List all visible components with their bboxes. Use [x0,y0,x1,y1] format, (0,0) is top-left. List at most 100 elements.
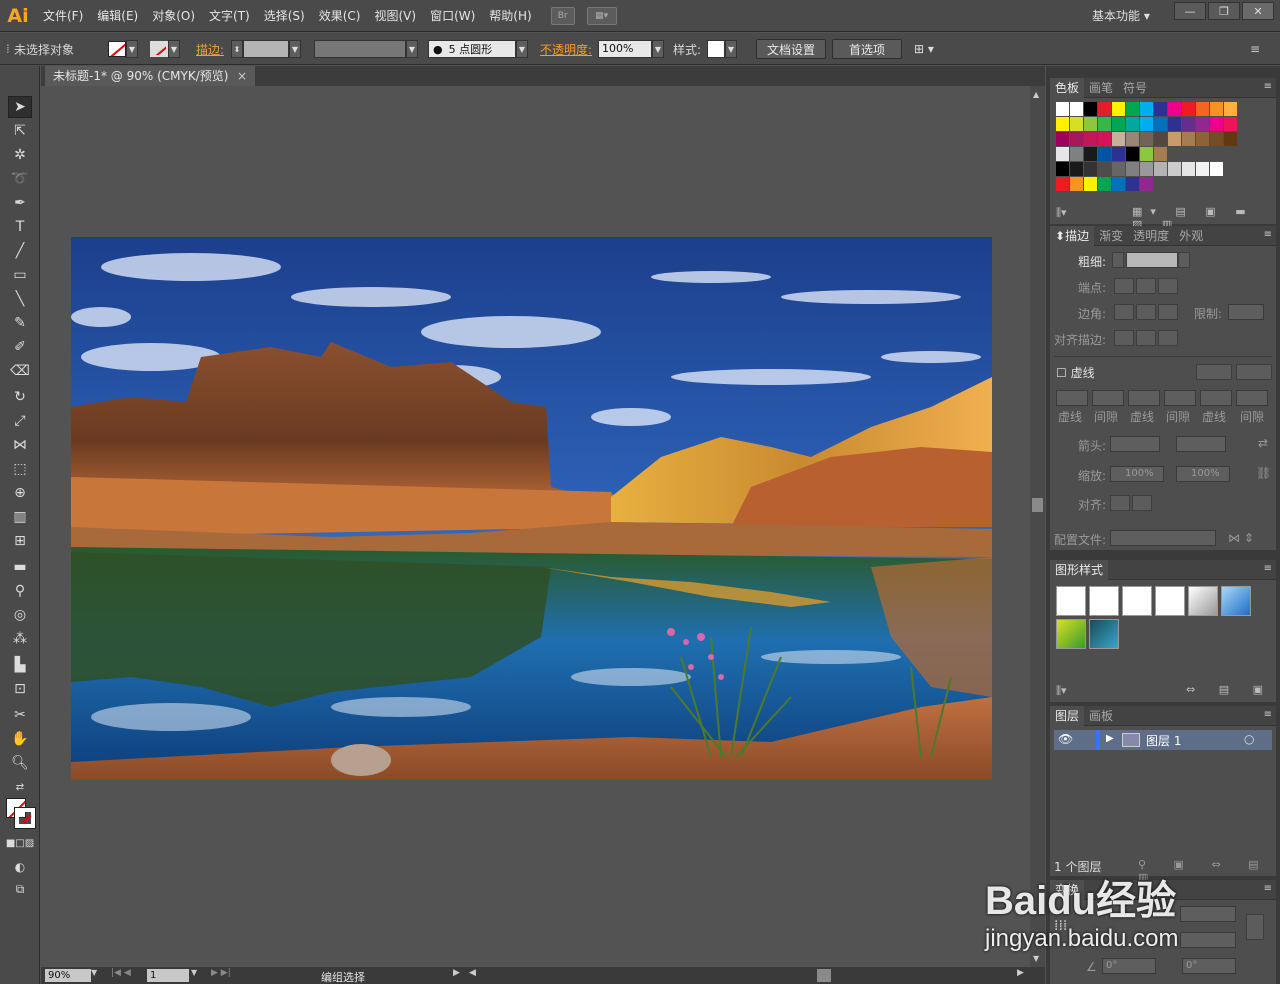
square-cap-button[interactable] [1158,278,1178,294]
color-swatch[interactable] [1210,132,1224,146]
transform-w-input[interactable] [1180,906,1236,922]
menu-file[interactable]: 文件(F) [36,0,90,32]
color-swatch[interactable] [1084,117,1098,131]
brush-control[interactable]: ● 5 点圆形 ▼ [428,39,528,59]
start-arrow-select[interactable] [1110,436,1160,452]
pen-tool-icon[interactable]: ✒ [8,192,32,214]
round-cap-button[interactable] [1136,278,1156,294]
stroke-weight-control[interactable]: ⬍ ▼ [231,39,301,59]
style-control[interactable]: ▼ [707,39,737,59]
scroll-right-icon[interactable]: ▶ [1017,968,1024,978]
profile-select[interactable] [1110,530,1216,546]
color-swatch[interactable] [1126,147,1140,161]
color-swatch[interactable] [1168,102,1182,116]
graphic-style-blue-gradient[interactable] [1221,586,1251,616]
weight-stepper-icon[interactable] [1112,252,1124,268]
color-swatch[interactable] [1168,162,1182,176]
color-swatch[interactable] [1154,162,1168,176]
scale-tool-icon[interactable]: ⤢ [8,410,32,432]
color-swatch[interactable] [1084,177,1098,191]
color-swatch[interactable] [1056,147,1070,161]
scroll-up-icon[interactable]: ▲ [1033,90,1039,99]
pencil-tool-icon[interactable]: ✎ [8,312,32,334]
shape-builder-tool-icon[interactable]: ⊕ [8,482,32,504]
color-swatch[interactable] [1154,117,1168,131]
tab-layers[interactable]: 图层 [1050,705,1085,726]
horizontal-scroll-thumb[interactable] [817,969,831,982]
tab-brushes[interactable]: 画笔 [1084,78,1118,98]
eraser-tool-icon[interactable]: ⌫ [8,360,32,382]
color-swatch[interactable] [1070,162,1084,176]
arrow-scale-end-input[interactable]: 100% [1176,466,1230,482]
blob-brush-tool-icon[interactable]: ✐ [8,336,32,358]
slice-tool-icon[interactable]: ✂ [8,704,32,726]
color-swatch[interactable] [1098,147,1112,161]
limit-input[interactable] [1228,304,1264,320]
mesh-tool-icon[interactable]: ⊞ [8,530,32,552]
tab-stroke[interactable]: ⬍描边 [1050,225,1095,246]
round-join-button[interactable] [1136,304,1156,320]
arrange-documents-button[interactable]: ▦▾ [586,6,617,25]
line-tool-icon[interactable]: ╱ [8,240,32,262]
gap-2-input[interactable] [1164,390,1196,406]
tab-gradient[interactable]: 渐变 [1094,226,1128,246]
color-swatch[interactable] [1154,147,1168,161]
zoom-tool-icon[interactable]: 🔍︎ [8,752,32,774]
color-swatch[interactable] [1056,177,1070,191]
opacity-dropdown-icon[interactable]: ▼ [652,40,664,58]
bridge-button[interactable]: Br [550,6,575,25]
document-tab[interactable]: 未标题-1* @ 90% (CMYK/预览) × [45,66,255,86]
color-swatch[interactable] [1154,132,1168,146]
color-swatch[interactable] [1126,162,1140,176]
opacity-label[interactable]: 不透明度: [540,39,592,59]
layers-menu-icon[interactable]: ≡ [1264,709,1272,720]
zoom-field[interactable]: 90% [45,969,91,982]
control-menu-icon[interactable]: ≡ [1250,39,1260,59]
color-swatch[interactable] [1126,117,1140,131]
tab-symbols[interactable]: 符号 [1118,78,1152,98]
color-swatch[interactable] [1126,102,1140,116]
color-swatch[interactable] [1196,132,1210,146]
swatch-libraries-icon[interactable]: ⫼▾ [1056,206,1067,220]
graphic-style-default[interactable] [1056,586,1086,616]
color-swatch[interactable] [1210,102,1224,116]
paintbrush-tool-icon[interactable]: ╲ [8,288,32,310]
color-swatch[interactable] [1182,117,1196,131]
gap-1-input[interactable] [1092,390,1124,406]
restore-button[interactable]: ❐ [1208,2,1240,20]
color-swatch[interactable] [1084,162,1098,176]
selection-tool-icon[interactable]: ➤ [8,96,32,118]
menu-help[interactable]: 帮助(H) [482,0,538,32]
tab-appearance[interactable]: 外观 [1174,226,1208,246]
color-swatch[interactable] [1126,177,1140,191]
canvas-area[interactable] [41,86,1030,967]
align-inside-button[interactable] [1136,330,1156,346]
color-swatch[interactable] [1224,102,1238,116]
layer-name[interactable]: 图层 1 [1146,732,1181,749]
color-swatch[interactable] [1056,132,1070,146]
color-swatch[interactable] [1070,102,1084,116]
workspace-switcher[interactable]: 基本功能 ▾ [1092,7,1150,24]
style-swatch[interactable] [707,40,725,58]
artboard-number-field[interactable]: 1 [147,969,189,982]
status-menu-icon[interactable]: ▶ [453,968,460,978]
color-swatch[interactable] [1056,162,1070,176]
stroke-weight-dropdown-icon[interactable]: ▼ [289,40,301,58]
target-icon[interactable]: ○ [1244,732,1254,746]
color-swatch[interactable] [1112,162,1126,176]
swap-arrows-icon[interactable]: ⇄ [1258,436,1268,450]
stroke-dropdown-icon[interactable]: ▼ [168,40,180,58]
color-swatch[interactable] [1140,117,1154,131]
stroke-stepper-icon[interactable]: ⬍ [231,40,243,58]
close-tab-icon[interactable]: × [237,66,247,86]
color-swatch[interactable] [1084,147,1098,161]
screen-mode-icon[interactable]: ⧉ [8,878,32,900]
color-mode-icons[interactable]: ■□▨ [6,832,34,854]
symbol-sprayer-tool-icon[interactable]: ⁂ [8,628,32,650]
graphic-style-green-pattern[interactable] [1056,619,1086,649]
tab-artboards[interactable]: 画板 [1084,706,1118,726]
color-swatch[interactable] [1182,162,1196,176]
visibility-eye-icon[interactable]: 👁︎ [1058,732,1073,746]
arrow-extend-button[interactable] [1110,495,1130,511]
arrow-place-button[interactable] [1132,495,1152,511]
